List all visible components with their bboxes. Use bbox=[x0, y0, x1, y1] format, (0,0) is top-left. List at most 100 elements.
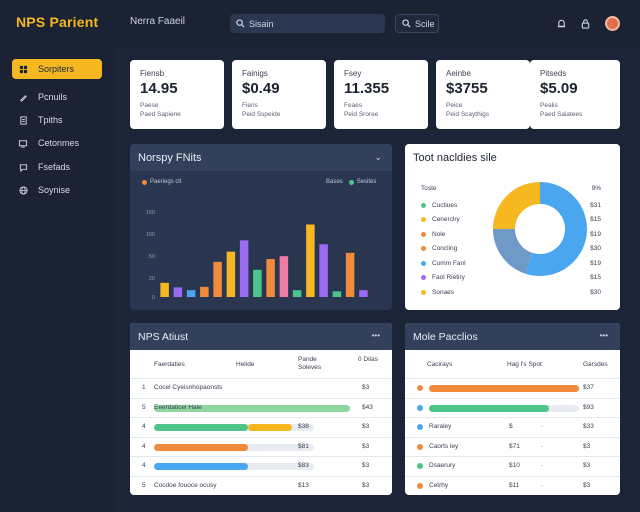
chart-bar[interactable] bbox=[266, 259, 275, 297]
chart-bar[interactable] bbox=[332, 291, 342, 297]
more-icon[interactable]: ••• bbox=[600, 331, 608, 340]
stat-card[interactable]: Aeinbe $3755 Peice Peid Scaythigs bbox=[436, 60, 530, 129]
chart-bar[interactable] bbox=[186, 290, 196, 297]
sidebar-item-sorpiters[interactable]: Sorpiters bbox=[12, 59, 102, 79]
chart-bar[interactable] bbox=[173, 287, 183, 297]
donut-legend-item[interactable]: Sonaes $30 bbox=[421, 287, 611, 297]
row-name: Cetrhy bbox=[429, 481, 449, 489]
chart-bar[interactable] bbox=[279, 256, 289, 297]
donut-legend-item[interactable]: Cenerclry $15 bbox=[421, 215, 611, 225]
legend-dot bbox=[421, 260, 426, 266]
row-value: $3 bbox=[583, 481, 591, 489]
donut-legend-item[interactable]: Faol Rietiry $15 bbox=[421, 273, 611, 283]
y-tick-label: 0 bbox=[152, 295, 155, 301]
donut-legend-item[interactable]: Cuctiues $31 bbox=[421, 200, 611, 210]
chat-icon bbox=[18, 162, 28, 172]
row-name: Dsaerury bbox=[429, 462, 456, 469]
legend-value: $15 bbox=[590, 216, 601, 223]
chart-bar[interactable] bbox=[292, 290, 302, 297]
row-name: Cocel Cyeisnhopaonsts bbox=[154, 384, 223, 391]
chart-bar[interactable] bbox=[239, 240, 249, 297]
legend-label: Cenerclry bbox=[432, 216, 460, 223]
row-value: $3 bbox=[583, 442, 591, 450]
table-row[interactable]: Dsaerury $10 - $3 bbox=[405, 456, 620, 475]
table-row[interactable]: Caorts ley $71 - $3 bbox=[405, 436, 620, 456]
progress-track bbox=[154, 463, 314, 470]
chart-bar[interactable] bbox=[319, 244, 328, 297]
column-header: Hag l's Spot bbox=[507, 361, 542, 368]
legend-dot bbox=[421, 217, 426, 222]
legend-label: Faol Rietiry bbox=[432, 274, 465, 281]
row-mid: $ bbox=[509, 423, 513, 430]
stat-card[interactable]: Fsey 11.355 Feaes Peid Sroree bbox=[334, 60, 428, 129]
chart-bar[interactable] bbox=[253, 269, 262, 297]
stat-card[interactable]: Fainigs $0.49 Fiens Peid Sspeide bbox=[232, 60, 326, 129]
sidebar-item-label: Soynise bbox=[38, 185, 71, 195]
table-row[interactable]: 4 $81 $3 bbox=[130, 436, 392, 456]
sidebar-item-cetonmes[interactable]: Cetonmes bbox=[12, 133, 102, 153]
table-row[interactable]: 5 Eeerdaticel Haie $43 bbox=[130, 397, 392, 417]
chart-bar[interactable] bbox=[359, 290, 368, 297]
table-row[interactable]: Raraley $ - $33 bbox=[405, 417, 620, 436]
bar-chart: 150 100 50 20 0 bbox=[146, 210, 368, 301]
donut-header-label: Toste bbox=[421, 184, 437, 192]
stat-sub: Peid Scaythigs bbox=[446, 111, 489, 118]
chart-bar[interactable] bbox=[213, 261, 222, 297]
donut-legend-item[interactable]: Nole $19 bbox=[421, 229, 611, 239]
progress-track bbox=[429, 404, 579, 412]
sidebar-item-pcnuils[interactable]: Pcnuils bbox=[12, 87, 102, 107]
donut-legend-item[interactable]: Concling $30 bbox=[421, 244, 611, 254]
sidebar-item-label: Sorpiters bbox=[38, 64, 75, 74]
stat-sub: Fiens bbox=[242, 102, 258, 109]
row-value: $33 bbox=[583, 423, 594, 430]
column-header: Garsdes bbox=[583, 361, 608, 368]
row-amount: $81 bbox=[298, 442, 309, 450]
legend-dot bbox=[421, 289, 426, 295]
progress-fill bbox=[429, 404, 549, 412]
stat-card[interactable]: Fiensb 14.95 Paese Paed Sapiene bbox=[130, 60, 224, 129]
table-row[interactable]: 4 $38 $3 bbox=[130, 417, 392, 436]
table-title: Mole Pacclios ••• bbox=[405, 323, 620, 350]
table-row[interactable]: $37 bbox=[405, 378, 620, 397]
row-count: $3 bbox=[362, 423, 370, 430]
column-header: Pande Soleves bbox=[298, 356, 322, 371]
table-row[interactable]: 4 $83 $3 bbox=[130, 456, 392, 475]
chart-bar[interactable] bbox=[226, 251, 236, 297]
table-row[interactable]: 1 Cocel Cyeisnhopaonsts $3 bbox=[130, 378, 392, 397]
sidebar-item-fsefads[interactable]: Fsefads bbox=[12, 157, 102, 177]
stat-card[interactable]: Pitseds $5.09 Pealis Paed Saiatees bbox=[530, 60, 620, 129]
row-count: $3 bbox=[362, 481, 370, 489]
chart-bar[interactable] bbox=[306, 224, 315, 297]
row-count: $43 bbox=[362, 403, 373, 411]
lock-icon[interactable] bbox=[577, 15, 593, 31]
row-value: $3 bbox=[583, 462, 591, 469]
table-row[interactable]: $93 bbox=[405, 397, 620, 417]
legend-dot bbox=[421, 275, 426, 280]
table-row[interactable]: Cetrhy $11 - $3 bbox=[405, 475, 620, 495]
more-icon[interactable]: ••• bbox=[372, 331, 380, 340]
progress-fill bbox=[248, 424, 292, 431]
table-row[interactable]: 5 Cocdoe fouoce ocusy $13 $3 bbox=[130, 475, 392, 495]
row-mid: $10 bbox=[509, 462, 520, 469]
sidebar-item-soynise[interactable]: Soynise bbox=[12, 180, 102, 200]
chart-bar[interactable] bbox=[200, 286, 209, 297]
search-input[interactable] bbox=[249, 18, 369, 29]
chart-bar[interactable] bbox=[345, 252, 355, 297]
sidebar-item-tpiths[interactable]: Tpiths bbox=[12, 110, 102, 130]
legend-value: $19 bbox=[590, 259, 601, 267]
row-value: $37 bbox=[583, 384, 594, 391]
search-button[interactable]: Scile bbox=[395, 14, 439, 33]
chart-bar[interactable] bbox=[160, 282, 169, 297]
app-logo[interactable]: NPS Parient bbox=[16, 14, 98, 30]
legend-label: Cuctiues bbox=[432, 201, 458, 209]
user-avatar[interactable] bbox=[605, 16, 620, 31]
status-dot bbox=[417, 463, 423, 469]
stat-sub: Peid Sspeide bbox=[242, 111, 281, 118]
status-dot bbox=[417, 385, 423, 391]
row-name: Caorts ley bbox=[429, 442, 459, 450]
search-box[interactable] bbox=[230, 14, 385, 33]
bell-icon[interactable] bbox=[553, 15, 569, 31]
donut-legend-item[interactable]: Cumm Fanl $19 bbox=[421, 258, 611, 268]
row-id: 4 bbox=[142, 423, 146, 430]
stat-label: Fiensb bbox=[140, 69, 165, 78]
